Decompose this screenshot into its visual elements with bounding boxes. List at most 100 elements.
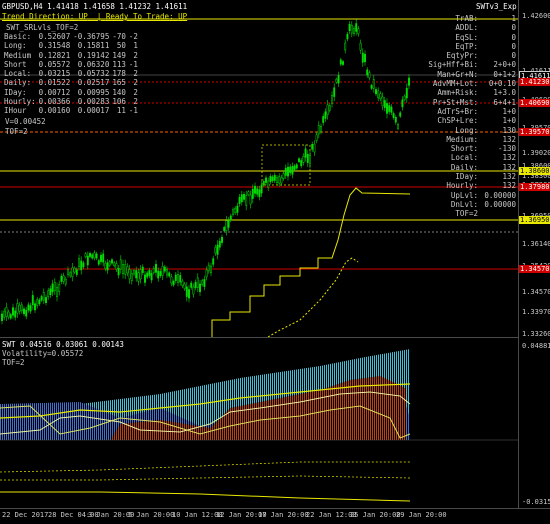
hud-cell-a: 0.01522: [38, 78, 71, 88]
price-tag: 1.39570: [519, 128, 550, 136]
candle-body: [139, 269, 142, 280]
candle-body: [210, 265, 212, 274]
candle-body: [159, 271, 162, 276]
candle-body: [218, 240, 221, 248]
candle-body: [36, 299, 39, 306]
candle-body: [51, 283, 54, 293]
candle-body: [291, 166, 294, 175]
info-label: UpLvl:: [450, 190, 478, 200]
info-value: 1+0: [502, 106, 516, 116]
info-label: EqSL:: [455, 32, 478, 42]
candle-body: [141, 266, 144, 273]
info-value: 0: [511, 51, 516, 61]
candle-body: [240, 194, 243, 203]
hud-cell-name: Local:: [4, 69, 32, 79]
candle-body: [267, 180, 270, 188]
candle-body: [276, 177, 278, 183]
info-row: Sig+Hff+Bi: 2+0+0: [418, 60, 516, 69]
candle-body: [126, 266, 129, 274]
candle-body: [377, 90, 380, 99]
candle-body: [251, 188, 254, 199]
hud-cell-a: 0.00712: [38, 87, 71, 97]
candle-body: [157, 270, 160, 279]
info-value: 0.00000: [484, 190, 516, 200]
candle-body: [155, 263, 157, 273]
candle-body: [192, 286, 195, 295]
hud-cell-name: IHour: [4, 106, 27, 116]
info-row: Amm+Risk: 1+3.0: [418, 88, 516, 97]
hud-cell-a: 0.31548: [38, 41, 71, 51]
indicator-title: SWT 0.04516 0.03061 0.00143: [2, 340, 124, 349]
info-value: 1: [511, 14, 516, 23]
candle-body: [144, 274, 146, 283]
hud-cell-b: 0.15811: [77, 41, 110, 51]
info-value: 0: [511, 32, 516, 42]
ready-label: Ready To Trade: [105, 12, 170, 21]
candle-body: [397, 124, 399, 129]
band-dotted-lower: [0, 475, 411, 481]
candle-body: [333, 87, 336, 97]
candle-body: [91, 254, 94, 259]
candle-body: [38, 299, 41, 305]
volatility-label: Volatility=0.05572: [2, 349, 84, 358]
info-row: DnLvl: 0.00000: [418, 200, 516, 209]
info-value: 0.00000: [484, 199, 516, 209]
candle-body: [89, 253, 91, 257]
candle-body: [280, 177, 283, 184]
time-tick-label: 10 Jan 12:00: [172, 511, 223, 519]
candle-body: [260, 184, 263, 194]
candle-body: [181, 280, 184, 286]
candle-body: [150, 273, 153, 281]
hud-cell-d: -1: [128, 59, 138, 69]
candle-body: [223, 227, 226, 231]
candle-body: [42, 292, 45, 301]
indicator-pane[interactable]: SWT 0.04516 0.03061 0.00143 Volatility=0…: [0, 338, 518, 508]
info-row: ChSP+Lre: 1+0: [418, 116, 516, 125]
candle-body: [137, 272, 140, 282]
candle-body: [128, 269, 131, 280]
candle-body: [390, 106, 393, 113]
hud-cell-c: -70: [112, 32, 126, 41]
candle-body: [328, 105, 331, 111]
trend-envelope-line: [211, 187, 411, 337]
hud-cell-b: -0.36795: [73, 32, 110, 41]
ready-value: UP: [178, 12, 188, 21]
hud-cell-a: 0.00366: [38, 97, 71, 107]
hud-cell-b: 0.19142: [77, 50, 110, 60]
candle-body: [359, 42, 362, 51]
info-value: 2+0+0: [493, 60, 516, 70]
info-label: ADDL:: [455, 23, 478, 33]
sub-axis-max: 0.04881: [522, 342, 550, 350]
candle-body: [53, 282, 56, 292]
info-value: 6+4+1: [493, 97, 516, 107]
candle-body: [232, 209, 234, 215]
candle-body: [388, 105, 391, 112]
hud-cell-b: 0.06320: [77, 59, 110, 69]
candle-body: [289, 166, 292, 173]
right-info-panel: TrAB: 1 ADDL: 0 EqSL: 0 EqTP: 0 EqtyPr: 0 Sig+Hff+…: [418, 14, 516, 219]
indicator-chart[interactable]: [0, 338, 518, 508]
info-value: 132: [502, 153, 516, 163]
candle-body: [199, 283, 201, 293]
candle-body: [56, 286, 58, 297]
candle-body: [278, 176, 281, 184]
info-label: Medium:: [446, 134, 478, 144]
candle-body: [322, 116, 325, 123]
candle-body: [229, 215, 232, 221]
price-pane[interactable]: GBPUSD,H4 1.41418 1.41658 1.41232 1.4161…: [0, 0, 518, 338]
candle-body: [295, 164, 298, 169]
candle-body: [401, 99, 404, 108]
info-row: Medium: 132: [418, 135, 516, 144]
candle-body: [225, 220, 228, 231]
candle-body: [254, 185, 256, 194]
candle-body: [287, 166, 289, 177]
candle-body: [78, 258, 80, 267]
hud-cell-c: 113: [112, 59, 126, 69]
candle-body: [357, 28, 360, 35]
candle-body: [111, 259, 113, 264]
candle-body: [346, 33, 349, 40]
hud-cell-c: 165: [112, 78, 126, 88]
info-label: EqtyPr:: [446, 51, 478, 61]
time-tick-label: 25 Jan 20:00: [350, 511, 401, 519]
candle-body: [320, 125, 322, 132]
